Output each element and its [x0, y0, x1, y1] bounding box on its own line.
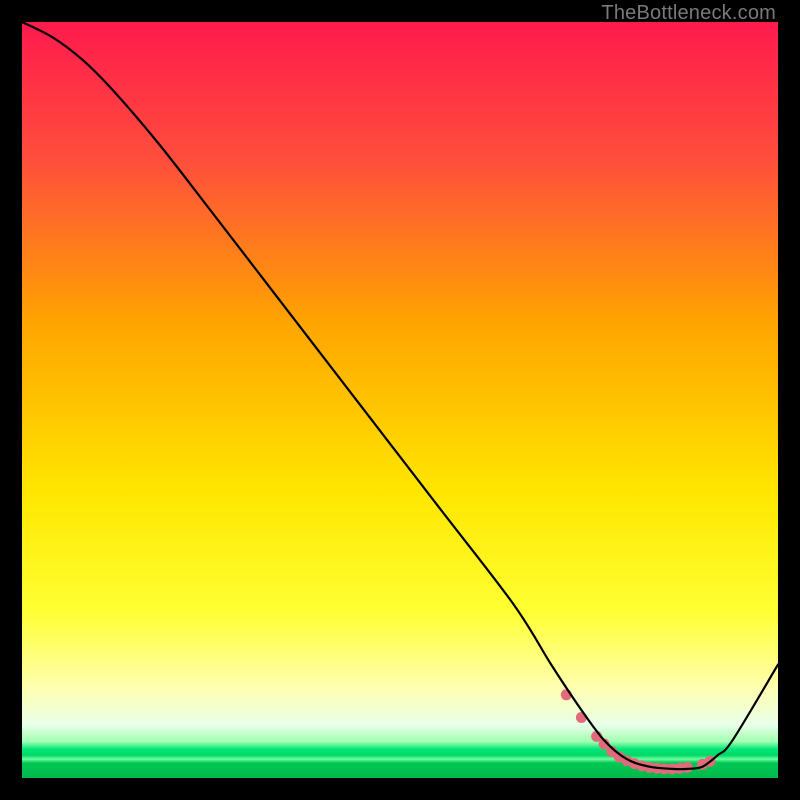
gradient-background — [22, 22, 778, 778]
outer-frame: TheBottleneck.com — [0, 0, 800, 800]
data-marker — [682, 762, 693, 773]
chart-svg — [22, 22, 778, 778]
chart-area — [22, 22, 778, 778]
